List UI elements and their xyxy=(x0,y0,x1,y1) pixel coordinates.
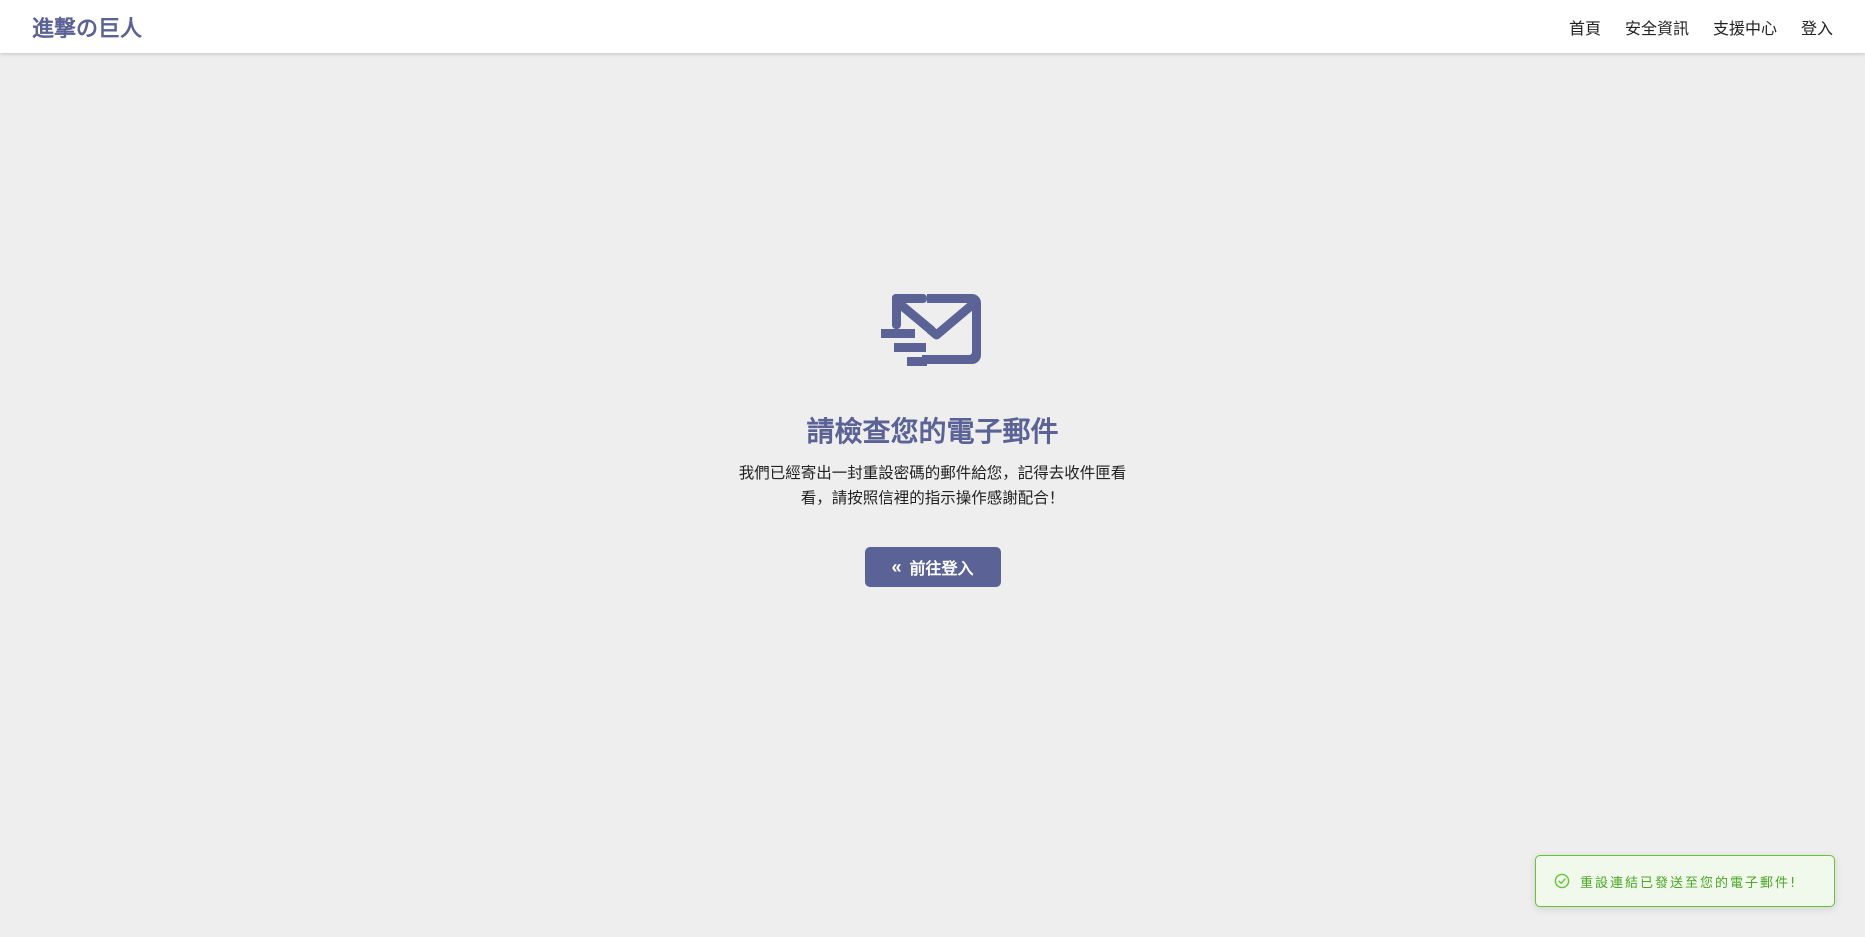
brand-logo-link[interactable]: 進撃の巨人 xyxy=(32,11,142,43)
nav-home-link[interactable]: 首頁 xyxy=(1569,15,1601,39)
toast-message: 重設連結已發送至您的電子郵件! xyxy=(1580,875,1798,891)
main-area: 請檢查您的電子郵件 我們已經寄出一封重設密碼的郵件給您，記得去收件匣看看，請按照… xyxy=(0,53,1865,937)
go-to-login-button[interactable]: « 前往登入 xyxy=(864,547,1001,587)
check-circle-icon xyxy=(1554,873,1570,889)
top-navbar: 進撃の巨人 首頁 安全資訊 支援中心 登入 xyxy=(0,0,1865,53)
nav-links: 首頁 安全資訊 支援中心 登入 xyxy=(1569,15,1833,39)
email-sent-panel: 請檢查您的電子郵件 我們已經寄出一封重設密碼的郵件給您，記得去收件匣看看，請按照… xyxy=(0,291,1865,587)
go-to-login-label: 前往登入 xyxy=(909,561,974,578)
page-title: 請檢查您的電子郵件 xyxy=(806,415,1059,448)
mail-sending-icon xyxy=(880,291,985,373)
instruction-message: 我們已經寄出一封重設密碼的郵件給您，記得去收件匣看看，請按照信裡的指示操作感謝配… xyxy=(738,464,1127,507)
nav-login-link[interactable]: 登入 xyxy=(1801,15,1833,39)
success-toast: 重設連結已發送至您的電子郵件! xyxy=(1535,855,1835,907)
double-chevron-left-icon: « xyxy=(891,557,902,577)
nav-security-info-link[interactable]: 安全資訊 xyxy=(1625,15,1689,39)
nav-support-center-link[interactable]: 支援中心 xyxy=(1713,15,1777,39)
